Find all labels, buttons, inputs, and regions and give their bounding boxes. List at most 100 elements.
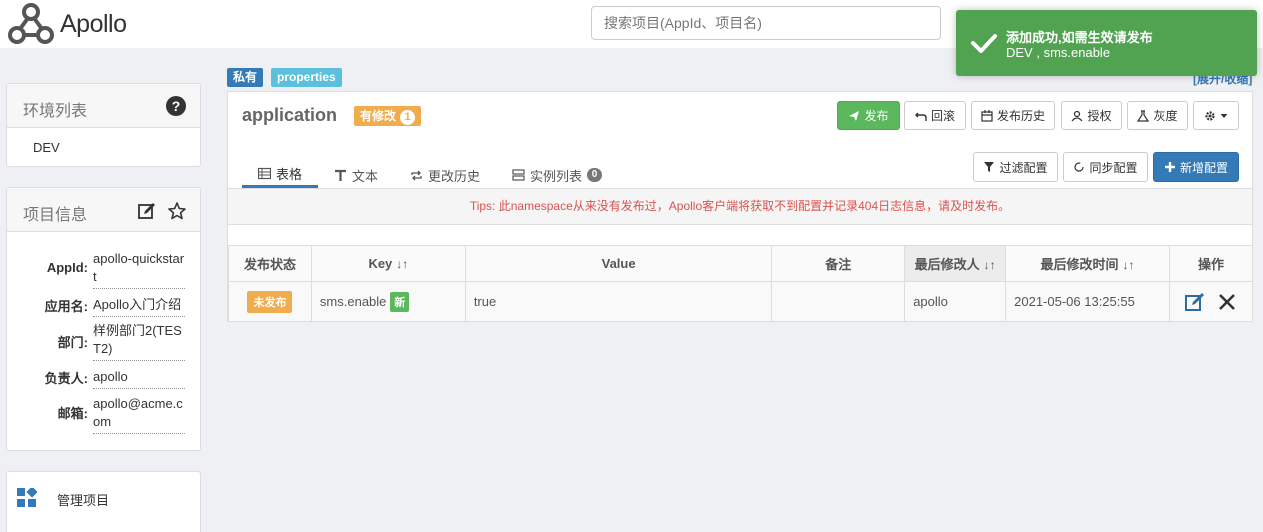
edit-icon[interactable] xyxy=(138,202,156,220)
refresh-icon xyxy=(1074,162,1085,172)
col-ops: 操作 xyxy=(1168,245,1254,282)
gray-label: 灰度 xyxy=(1153,109,1178,123)
text-icon xyxy=(335,169,346,181)
info-value: Apollo入门介绍 xyxy=(93,296,185,317)
success-toast[interactable]: 添加成功,如需生效请发布 DEV , sms.enable xyxy=(956,10,1257,76)
rollback-label: 回滚 xyxy=(930,109,955,123)
add-label: 新增配置 xyxy=(1179,160,1228,175)
project-info-panel: 项目信息 AppId: apollo-quickstart 应用名: Apoll… xyxy=(6,187,201,451)
toast-title: 添加成功,如需生效请发布 xyxy=(1006,30,1153,45)
cell-modified-time: 2021-05-06 13:25:55 xyxy=(1005,281,1170,322)
delete-icon[interactable] xyxy=(1217,292,1237,312)
gear-icon xyxy=(1205,110,1215,121)
modified-badge-label: 有修改 xyxy=(360,109,397,123)
filter-icon xyxy=(984,162,995,172)
private-tag: 私有 xyxy=(227,68,264,87)
unpublished-badge: 未发布 xyxy=(247,290,293,313)
info-value: 样例部门2(TEST2) xyxy=(93,322,185,361)
modified-badge: 有修改 1 xyxy=(354,106,422,126)
add-config-button[interactable]: 新增配置 xyxy=(1153,152,1239,182)
help-icon[interactable]: ? xyxy=(166,96,186,116)
tab-table-label: 表格 xyxy=(276,167,303,182)
star-icon[interactable] xyxy=(168,202,186,220)
sort-icon[interactable]: ↓↑ xyxy=(396,257,408,271)
key-text: sms.enable xyxy=(319,293,387,309)
info-label: 邮箱: xyxy=(57,406,88,421)
col-value-label: Value xyxy=(601,256,636,271)
flask-icon xyxy=(1137,109,1150,122)
col-comment: 备注 xyxy=(771,245,906,282)
sort-icon[interactable]: ↓↑ xyxy=(1123,258,1135,272)
sort-icon[interactable]: ↓↑ xyxy=(984,258,996,272)
undo-icon xyxy=(914,112,927,121)
env-list-header: 环境列表 ? xyxy=(7,84,200,128)
cell-modifier: apollo xyxy=(904,281,1007,322)
col-modifier-label: 最后修改人 xyxy=(914,257,980,272)
publish-button[interactable]: 发布 xyxy=(837,101,900,130)
settings-dropdown-button[interactable] xyxy=(1193,101,1239,130)
calendar-icon xyxy=(981,109,993,122)
env-list-title: 环境列表 xyxy=(23,103,88,120)
filter-label: 过滤配置 xyxy=(999,160,1048,175)
search-input[interactable] xyxy=(591,6,941,40)
check-icon xyxy=(971,34,997,53)
col-key-label: Key xyxy=(368,256,393,271)
info-label: 应用名: xyxy=(44,299,88,314)
info-value: apollo-quickstart xyxy=(93,250,185,289)
tab-change-history-label: 更改历史 xyxy=(428,168,481,184)
info-label: 负责人: xyxy=(44,371,88,386)
authorize-label: 授权 xyxy=(1087,109,1112,123)
info-value: apollo xyxy=(93,368,185,389)
rollback-button[interactable]: 回滚 xyxy=(904,101,966,130)
col-modifier[interactable]: 最后修改人 ↓↑ xyxy=(904,245,1007,282)
modified-count: 1 xyxy=(400,110,416,125)
gray-release-button[interactable]: 灰度 xyxy=(1127,101,1188,130)
col-ops-label: 操作 xyxy=(1197,257,1224,272)
user-icon xyxy=(1072,110,1083,121)
table-header-row: 发布状态 Key ↓↑ Value 备注 最后修改人 ↓↑ 最后修改时间 ↓↑ 操作 xyxy=(228,245,1254,282)
info-value: apollo@acme.com xyxy=(93,395,185,434)
namespace-title: application xyxy=(242,105,338,125)
manage-project-panel[interactable]: 管理项目 xyxy=(6,471,201,532)
table-row: 未发布 sms.enable 新 true apollo 2021-05-06 1… xyxy=(228,281,1254,322)
cell-ops xyxy=(1168,281,1254,322)
sync-config-button[interactable]: 同步配置 xyxy=(1063,152,1148,182)
retweet-icon xyxy=(411,170,422,180)
logo-text: Apollo xyxy=(60,9,127,38)
col-value: Value xyxy=(464,245,773,282)
apollo-logo[interactable]: Apollo xyxy=(6,2,127,46)
plus-icon xyxy=(1164,162,1175,172)
env-item-dev[interactable]: DEV xyxy=(33,140,60,155)
authorize-button[interactable]: 授权 xyxy=(1061,101,1122,130)
publish-history-button[interactable]: 发布历史 xyxy=(971,101,1055,130)
env-list-panel: 环境列表 ? DEV xyxy=(6,83,201,167)
manage-project-label: 管理项目 xyxy=(57,493,110,508)
col-key[interactable]: Key ↓↑ xyxy=(310,245,466,282)
server-icon xyxy=(512,168,525,181)
tab-instances-label: 实例列表 xyxy=(530,168,583,184)
tab-text-label: 文本 xyxy=(352,168,379,184)
info-label: 部门: xyxy=(57,335,88,350)
edit-icon[interactable] xyxy=(1184,292,1205,312)
col-status: 发布状态 xyxy=(228,245,312,282)
info-label: AppId: xyxy=(46,260,88,275)
cell-status: 未发布 xyxy=(228,281,312,322)
tab-table[interactable]: 表格 xyxy=(242,162,319,188)
col-modified-time[interactable]: 最后修改时间 ↓↑ xyxy=(1005,245,1170,282)
table-icon xyxy=(258,167,271,180)
tab-change-history[interactable]: 更改历史 xyxy=(410,162,480,188)
namespace-panel: application 有修改 1 发布 回滚 发布历史 授权 灰度 表格 文本 … xyxy=(227,91,1254,322)
config-table: 发布状态 Key ↓↑ Value 备注 最后修改人 ↓↑ 最后修改时间 ↓↑ 操作 … xyxy=(228,245,1254,322)
tips-banner: Tips: 此namespace从来没有发布过，Apollo客户端将获取不到配置… xyxy=(228,188,1252,225)
filter-config-button[interactable]: 过滤配置 xyxy=(973,152,1058,182)
tab-instances[interactable]: 实例列表 0 xyxy=(512,162,603,188)
cell-value: true xyxy=(464,281,773,322)
sync-label: 同步配置 xyxy=(1089,160,1138,175)
tab-text[interactable]: 文本 xyxy=(334,162,378,188)
project-info-header: 项目信息 xyxy=(7,188,200,232)
col-status-label: 发布状态 xyxy=(243,257,296,272)
col-modified-time-label: 最后修改时间 xyxy=(1040,257,1119,272)
col-comment-label: 备注 xyxy=(825,257,852,272)
dashboard-icon xyxy=(17,488,37,507)
toast-message: DEV , sms.enable xyxy=(1006,45,1111,60)
